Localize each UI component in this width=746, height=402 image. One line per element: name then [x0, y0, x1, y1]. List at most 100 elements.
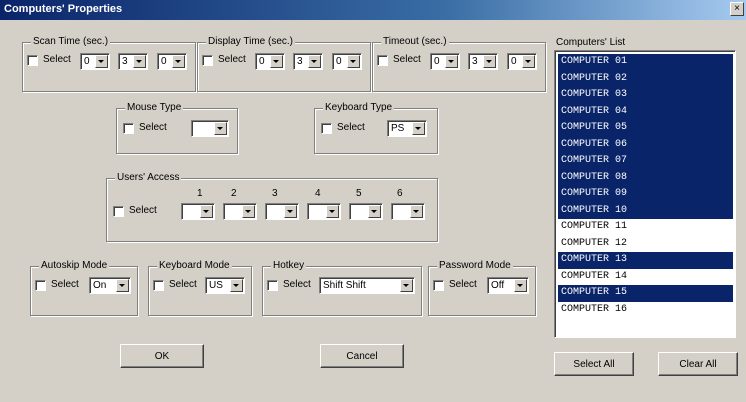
password-mode-group: Password Mode Select Off — [428, 260, 536, 316]
list-item[interactable]: COMPUTER 01 — [558, 54, 733, 71]
users-access-combo-2[interactable] — [223, 203, 257, 220]
autoskip-select-label: Select — [51, 279, 79, 290]
list-item[interactable]: COMPUTER 08 — [558, 169, 733, 186]
list-item[interactable]: COMPUTER 16 — [558, 302, 733, 319]
chevron-down-icon[interactable] — [116, 279, 129, 292]
list-item[interactable]: COMPUTER 04 — [558, 103, 733, 120]
password-mode-select-checkbox[interactable] — [433, 280, 444, 291]
timeout-combo-3[interactable]: 0 — [507, 53, 537, 70]
autoskip-select-checkbox[interactable] — [35, 280, 46, 291]
keyboard-type-select-checkbox[interactable] — [321, 123, 332, 134]
display-time-combo-2[interactable]: 3 — [293, 53, 323, 70]
mouse-type-legend: Mouse Type — [125, 102, 184, 113]
scan-time-group: Scan Time (sec.) Select 0 3 0 — [22, 36, 196, 92]
user-number-3: 3 — [272, 188, 278, 199]
keyboard-mode-select-label: Select — [169, 279, 197, 290]
chevron-down-icon[interactable] — [308, 55, 321, 68]
scan-time-select-checkbox[interactable] — [27, 55, 38, 66]
title-bar: Computers' Properties × — [0, 0, 746, 20]
list-item[interactable]: COMPUTER 11 — [558, 219, 733, 236]
display-time-legend: Display Time (sec.) — [206, 36, 296, 47]
display-time-combo-3[interactable]: 0 — [332, 53, 362, 70]
mouse-type-group: Mouse Type Select — [116, 102, 238, 154]
list-item[interactable]: COMPUTER 09 — [558, 186, 733, 203]
autoskip-mode-legend: Autoskip Mode — [39, 260, 110, 271]
select-all-button[interactable]: Select All — [554, 352, 634, 376]
list-item[interactable]: COMPUTER 13 — [558, 252, 733, 269]
hotkey-combo[interactable]: Shift Shift — [319, 277, 415, 294]
chevron-down-icon[interactable] — [242, 205, 255, 218]
chevron-down-icon[interactable] — [522, 55, 535, 68]
users-access-combo-3[interactable] — [265, 203, 299, 220]
user-number-5: 5 — [356, 188, 362, 199]
hotkey-select-checkbox[interactable] — [267, 280, 278, 291]
autoskip-combo[interactable]: On — [89, 277, 131, 294]
scan-time-combo-1[interactable]: 0 — [80, 53, 110, 70]
list-item[interactable]: COMPUTER 14 — [558, 269, 733, 286]
chevron-down-icon[interactable] — [445, 55, 458, 68]
users-access-select-checkbox[interactable] — [113, 206, 124, 217]
list-item[interactable]: COMPUTER 05 — [558, 120, 733, 137]
list-item[interactable]: COMPUTER 06 — [558, 136, 733, 153]
user-number-4: 4 — [315, 188, 321, 199]
chevron-down-icon[interactable] — [326, 205, 339, 218]
chevron-down-icon[interactable] — [95, 55, 108, 68]
users-access-combo-6[interactable] — [391, 203, 425, 220]
keyboard-type-group: Keyboard Type Select PS — [314, 102, 438, 154]
ok-button[interactable]: OK — [120, 344, 204, 368]
keyboard-type-select-label: Select — [337, 122, 365, 133]
chevron-down-icon[interactable] — [483, 55, 496, 68]
password-mode-select-label: Select — [449, 279, 477, 290]
keyboard-mode-combo[interactable]: US — [205, 277, 245, 294]
chevron-down-icon[interactable] — [347, 55, 360, 68]
chevron-down-icon[interactable] — [172, 55, 185, 68]
list-item[interactable]: COMPUTER 10 — [558, 202, 733, 219]
password-mode-combo[interactable]: Off — [487, 277, 529, 294]
mouse-type-select-checkbox[interactable] — [123, 123, 134, 134]
chevron-down-icon[interactable] — [284, 205, 297, 218]
users-access-select-label: Select — [129, 205, 157, 216]
list-item[interactable]: COMPUTER 03 — [558, 87, 733, 104]
keyboard-type-combo[interactable]: PS — [387, 120, 427, 137]
user-number-2: 2 — [231, 188, 237, 199]
timeout-combo-1[interactable]: 0 — [430, 53, 460, 70]
users-access-combo-5[interactable] — [349, 203, 383, 220]
autoskip-mode-group: Autoskip Mode Select On — [30, 260, 138, 316]
computers-list[interactable]: COMPUTER 01 COMPUTER 02 COMPUTER 03 COMPUTE… — [554, 50, 736, 338]
keyboard-mode-select-checkbox[interactable] — [153, 280, 164, 291]
display-time-group: Display Time (sec.) Select 0 3 0 — [197, 36, 371, 92]
window-title: Computers' Properties — [4, 3, 123, 15]
chevron-down-icon[interactable] — [400, 279, 413, 292]
display-time-combo-1[interactable]: 0 — [255, 53, 285, 70]
display-time-select-checkbox[interactable] — [202, 55, 213, 66]
list-item[interactable]: COMPUTER 02 — [558, 70, 733, 87]
scan-time-combo-3[interactable]: 0 — [157, 53, 187, 70]
scan-time-combo-2[interactable]: 3 — [118, 53, 148, 70]
users-access-legend: Users' Access — [115, 172, 182, 183]
mouse-type-combo[interactable] — [191, 120, 229, 137]
timeout-group: Timeout (sec.) Select 0 3 0 — [372, 36, 546, 92]
list-item[interactable]: COMPUTER 12 — [558, 236, 733, 253]
chevron-down-icon[interactable] — [368, 205, 381, 218]
list-item[interactable]: COMPUTER 15 — [558, 285, 733, 302]
clear-all-button[interactable]: Clear All — [658, 352, 738, 376]
close-button[interactable]: × — [730, 2, 744, 16]
timeout-combo-2[interactable]: 3 — [468, 53, 498, 70]
scan-time-select-label: Select — [43, 54, 71, 65]
cancel-button[interactable]: Cancel — [320, 344, 404, 368]
chevron-down-icon[interactable] — [412, 122, 425, 135]
chevron-down-icon[interactable] — [214, 122, 227, 135]
chevron-down-icon[interactable] — [230, 279, 243, 292]
timeout-select-checkbox[interactable] — [377, 55, 388, 66]
chevron-down-icon[interactable] — [410, 205, 423, 218]
users-access-combo-1[interactable] — [181, 203, 215, 220]
chevron-down-icon[interactable] — [133, 55, 146, 68]
chevron-down-icon[interactable] — [270, 55, 283, 68]
chevron-down-icon[interactable] — [514, 279, 527, 292]
timeout-legend: Timeout (sec.) — [381, 36, 449, 47]
hotkey-group: Hotkey Select Shift Shift — [262, 260, 422, 316]
list-item[interactable]: COMPUTER 07 — [558, 153, 733, 170]
users-access-combo-4[interactable] — [307, 203, 341, 220]
chevron-down-icon[interactable] — [200, 205, 213, 218]
keyboard-mode-legend: Keyboard Mode — [157, 260, 232, 271]
